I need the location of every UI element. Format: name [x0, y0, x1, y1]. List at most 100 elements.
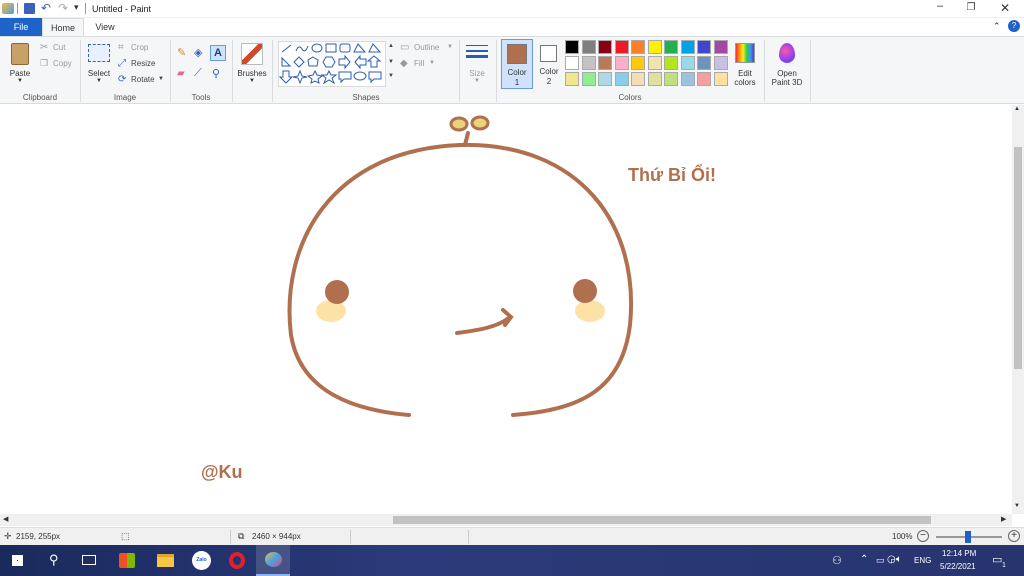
color-swatch[interactable] — [713, 40, 728, 54]
color-swatch[interactable] — [713, 56, 728, 70]
color-swatch[interactable] — [680, 40, 695, 54]
magnifier-icon[interactable]: ⚲ — [212, 67, 220, 80]
color-swatch[interactable] — [614, 40, 629, 54]
zoom-slider-thumb[interactable] — [965, 531, 971, 543]
taskbar-app-store[interactable] — [110, 545, 144, 576]
color-swatch[interactable] — [713, 72, 728, 86]
tab-file[interactable]: File — [0, 18, 42, 36]
scroll-left-arrow[interactable]: ◀ — [3, 515, 8, 523]
shapes-scroll-up[interactable]: ▲ — [388, 43, 394, 49]
resize-button[interactable]: Resize — [131, 59, 155, 68]
cut-button[interactable]: Cut — [53, 43, 65, 52]
folder-icon — [157, 554, 174, 567]
notification-icon[interactable]: ▭ — [992, 553, 1002, 566]
fill-bucket-icon[interactable]: ◈ — [194, 46, 202, 59]
color-swatch[interactable] — [581, 72, 596, 86]
color-swatch[interactable] — [664, 40, 678, 54]
vertical-scrollbar[interactable]: ▲ ▼ — [1012, 105, 1024, 514]
color-swatch[interactable] — [598, 56, 612, 70]
start-button[interactable] — [0, 545, 34, 576]
shapes-expand[interactable]: ▼ — [388, 73, 394, 79]
status-divider — [230, 530, 231, 544]
fill-button[interactable]: Fill — [414, 59, 424, 68]
tab-view[interactable]: View — [86, 18, 124, 36]
shapes-gallery[interactable] — [278, 41, 386, 87]
rotate-button[interactable]: Rotate — [131, 75, 155, 84]
clock-time[interactable]: 12:14 PM — [942, 549, 976, 558]
shapes-scroll-down[interactable]: ▼ — [388, 59, 394, 65]
edit-colors-button[interactable]: Edit colors — [731, 41, 759, 87]
volume-icon[interactable]: 🔈︎ — [896, 554, 902, 565]
color-swatch[interactable] — [565, 72, 579, 86]
color-swatch[interactable] — [680, 72, 695, 86]
color-swatch[interactable] — [631, 72, 645, 86]
outline-button[interactable]: Outline — [414, 43, 439, 52]
customize-qat-icon[interactable]: ▾ — [74, 2, 79, 13]
size-button[interactable]: Size ▼ — [463, 41, 491, 87]
color2-button[interactable]: Color 2 — [535, 39, 563, 89]
open-paint3d-button[interactable]: Open Paint 3D — [768, 41, 806, 87]
drawing-canvas[interactable]: Thứ Bỉ Ổi! @Ku — [0, 105, 1012, 514]
pencil-icon[interactable]: ✎ — [177, 46, 186, 59]
taskbar-file-explorer[interactable] — [148, 545, 182, 576]
color-swatch[interactable] — [631, 40, 645, 54]
zoom-in-button[interactable]: + — [1008, 530, 1020, 542]
copy-button[interactable]: Copy — [53, 59, 72, 68]
color-swatch[interactable] — [565, 56, 579, 70]
redo-icon[interactable]: ↷ — [58, 1, 68, 15]
taskbar-zalo[interactable]: Zalo — [184, 545, 218, 576]
color-swatch[interactable] — [697, 40, 711, 54]
crop-button[interactable]: Crop — [131, 43, 148, 52]
scroll-right-arrow[interactable]: ▶ — [1001, 515, 1006, 523]
color1-button[interactable]: Color 1 — [501, 39, 533, 89]
color-swatch[interactable] — [680, 56, 695, 70]
color-swatch[interactable] — [581, 56, 596, 70]
scroll-down-arrow[interactable]: ▼ — [1014, 503, 1020, 509]
horizontal-scroll-thumb[interactable] — [393, 516, 931, 524]
color-swatch[interactable] — [614, 72, 629, 86]
canvas-area[interactable]: Thứ Bỉ Ổi! @Ku — [0, 105, 1012, 514]
people-icon[interactable]: ⚇ — [832, 554, 842, 567]
network-icon[interactable]: ◶ — [887, 554, 896, 565]
color-swatch[interactable] — [598, 40, 612, 54]
color-swatch[interactable] — [598, 72, 612, 86]
minimize-button[interactable]: – — [932, 0, 948, 18]
color-swatch[interactable] — [664, 56, 678, 70]
help-icon[interactable]: ? — [1008, 20, 1020, 32]
text-tool-icon[interactable]: A — [210, 45, 226, 61]
task-view-button[interactable] — [72, 545, 106, 576]
horizontal-scrollbar[interactable]: ◀ ▶ — [0, 514, 1012, 526]
tab-home[interactable]: Home — [42, 18, 84, 36]
color-swatch[interactable] — [647, 72, 662, 86]
color-swatch[interactable] — [614, 56, 629, 70]
taskbar-paint[interactable] — [256, 545, 290, 576]
battery-icon[interactable]: ▭ — [876, 555, 885, 566]
scroll-up-arrow[interactable]: ▲ — [1014, 106, 1020, 112]
show-hidden-icons[interactable]: ⌃ — [860, 554, 868, 565]
color-swatch[interactable] — [581, 40, 596, 54]
select-button[interactable]: Select ▼ — [85, 41, 113, 87]
paint-app-icon[interactable] — [2, 3, 14, 14]
undo-icon[interactable]: ↶ — [41, 1, 51, 15]
maximize-button[interactable]: ❐ — [964, 2, 978, 16]
color-swatch[interactable] — [664, 72, 678, 86]
search-button[interactable]: ⚲ — [38, 545, 72, 576]
vertical-scroll-thumb[interactable] — [1014, 147, 1022, 369]
color-swatch[interactable] — [647, 56, 662, 70]
save-icon[interactable] — [24, 3, 35, 14]
paste-button[interactable]: Paste ▼ — [6, 41, 34, 87]
collapse-ribbon-icon[interactable]: ⌃ — [993, 21, 1001, 32]
color-picker-icon[interactable]: ⟋ — [194, 67, 202, 80]
close-button[interactable]: ✕ — [998, 1, 1012, 17]
taskbar-opera[interactable] — [220, 545, 254, 576]
color-swatch[interactable] — [697, 72, 711, 86]
clock-date[interactable]: 5/22/2021 — [940, 562, 976, 571]
color-swatch[interactable] — [565, 40, 579, 54]
color-swatch[interactable] — [631, 56, 645, 70]
language-indicator[interactable]: ENG — [914, 556, 931, 565]
color-swatch[interactable] — [697, 56, 711, 70]
zoom-out-button[interactable]: − — [917, 530, 929, 542]
color-swatch[interactable] — [647, 40, 662, 54]
eraser-icon[interactable]: ▰ — [177, 68, 185, 79]
brushes-button[interactable]: Brushes ▼ — [236, 41, 268, 87]
